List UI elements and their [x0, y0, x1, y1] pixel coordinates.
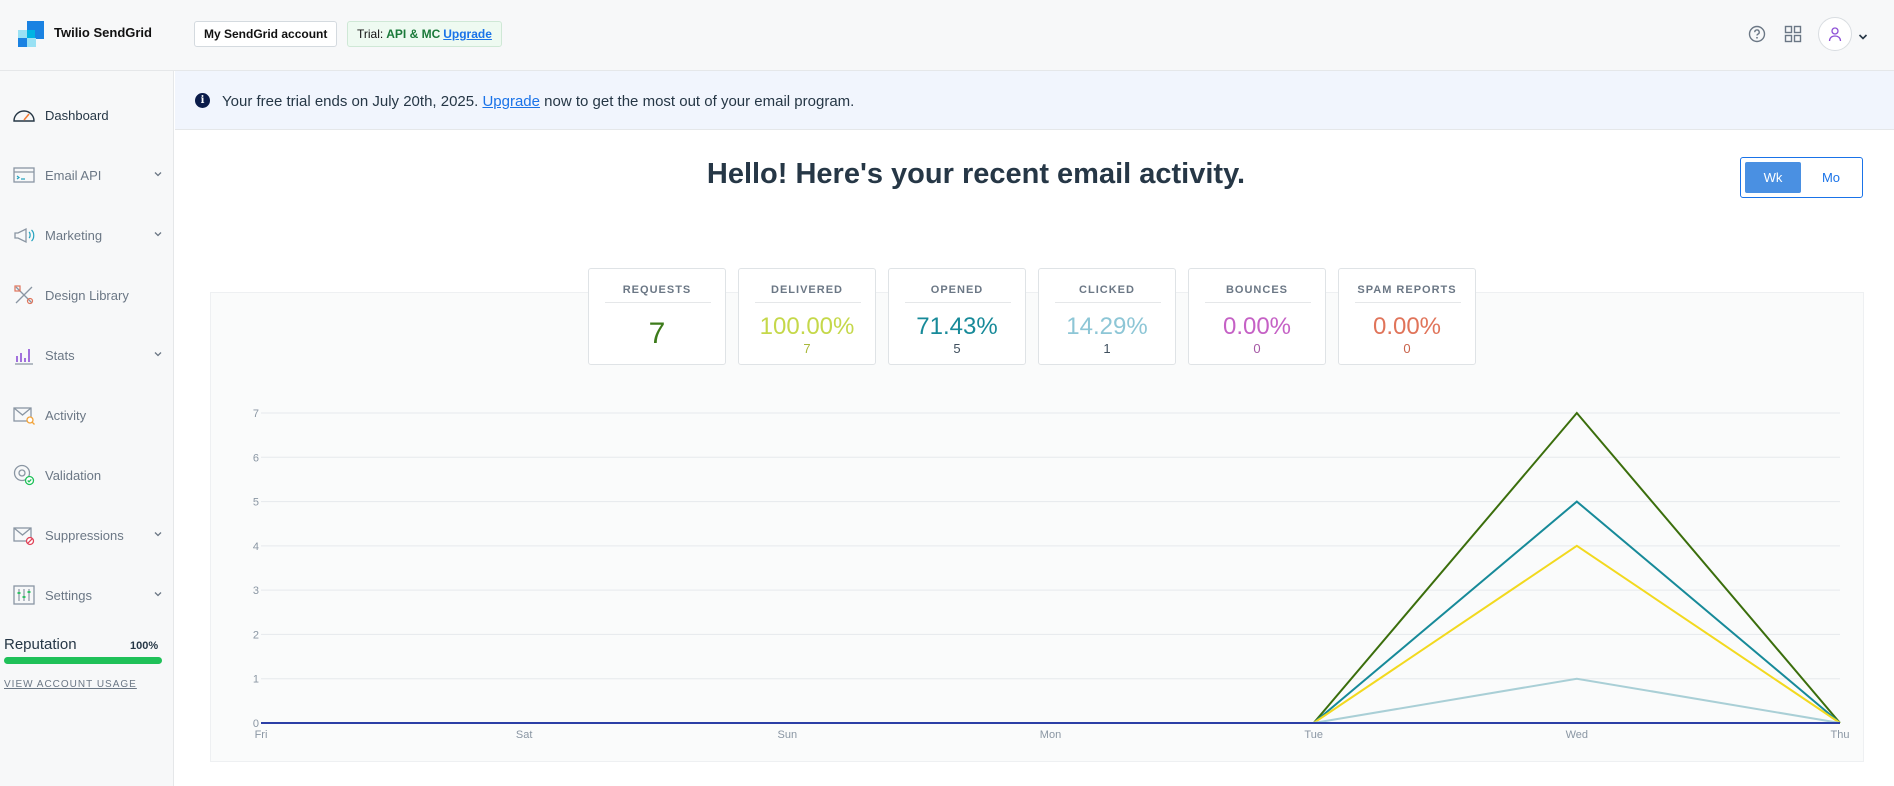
y-tick-label: 1 [253, 674, 259, 686]
y-tick-label: 5 [253, 497, 259, 509]
x-tick-label: Thu [1831, 729, 1850, 741]
series-line-requests [261, 411, 1841, 724]
x-tick-label: Tue [1304, 729, 1323, 741]
activity-line-chart: 01234567Fri Sat Sun Mon Tue Wed Thu [253, 408, 1850, 741]
series-line-clicked [261, 677, 1841, 724]
y-tick-label: 7 [253, 408, 259, 420]
x-tick-label: Sat [516, 729, 533, 741]
series-line-opened [261, 500, 1841, 724]
x-tick-label: Fri [255, 729, 268, 741]
y-tick-label: 3 [253, 585, 259, 597]
x-tick-label: Wed [1566, 729, 1588, 741]
y-tick-label: 2 [253, 629, 259, 641]
x-tick-label: Sun [778, 729, 798, 741]
y-tick-label: 6 [253, 452, 259, 464]
y-tick-label: 4 [253, 541, 259, 553]
x-tick-label: Mon [1040, 729, 1061, 741]
